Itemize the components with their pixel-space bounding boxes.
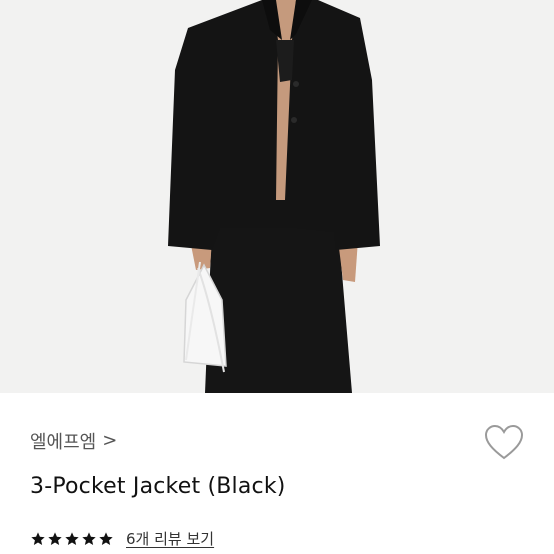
wishlist-heart-icon[interactable] <box>484 424 524 462</box>
chevron-right-icon: > <box>102 430 118 451</box>
reviews-link[interactable]: 6개 리뷰 보기 <box>126 528 214 549</box>
model-photo <box>0 0 554 393</box>
star-icon <box>82 531 96 545</box>
star-rating <box>30 531 114 547</box>
star-icon <box>31 531 45 545</box>
rating-row: 6개 리뷰 보기 <box>30 528 214 549</box>
star-icon <box>99 531 113 545</box>
brand-link[interactable]: 엘에프엠 > <box>30 428 117 454</box>
star-icon <box>48 531 62 545</box>
product-image[interactable] <box>0 0 554 393</box>
star-icon <box>65 531 79 545</box>
brand-name: 엘에프엠 <box>30 432 97 453</box>
product-title: 3-Pocket Jacket (Black) <box>30 474 286 499</box>
